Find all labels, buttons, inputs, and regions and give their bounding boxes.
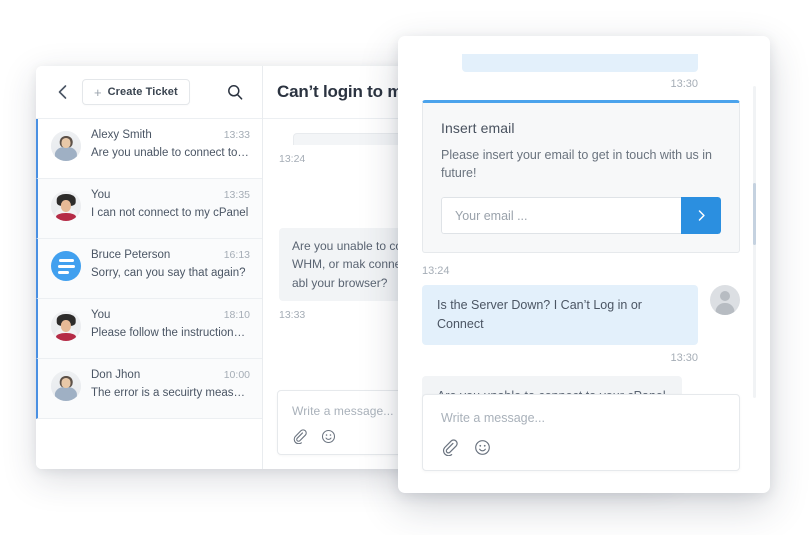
list-item-snippet: I can not connect to my cPanel — [91, 207, 250, 219]
create-ticket-label: Create Ticket — [108, 86, 178, 98]
avatar — [51, 371, 81, 401]
ticket-list-panel: + Create Ticket — [36, 66, 263, 469]
list-item-name: You — [91, 309, 110, 321]
list-item[interactable]: You 18:10 Please follow the instructions… — [36, 299, 262, 359]
list-item[interactable]: Alexy Smith 13:33 Are you unable to conn… — [36, 119, 262, 179]
composer-tools — [441, 439, 721, 456]
search-button[interactable] — [224, 81, 246, 103]
ticket-list-header: + Create Ticket — [36, 66, 262, 119]
scrollbar-track[interactable] — [753, 86, 756, 398]
plus-icon: + — [94, 86, 102, 99]
message-row-outgoing: Is the Server Down? I Can’t Log in or Co… — [422, 285, 740, 345]
ticket-list[interactable]: Alexy Smith 13:33 Are you unable to conn… — [36, 119, 262, 469]
scrollbar-thumb[interactable] — [753, 183, 756, 245]
insert-email-subtitle: Please insert your email to get in touch… — [441, 147, 721, 182]
list-item-snippet: The error is a secuirty measure to … — [91, 387, 250, 399]
email-submit-button[interactable] — [681, 197, 721, 234]
avatar — [51, 251, 81, 281]
chat-widget-panel: 13:30 Insert email Please insert your em… — [398, 36, 770, 493]
paperclip-icon[interactable] — [292, 429, 307, 444]
list-item-time: 13:35 — [218, 189, 250, 201]
avatar-placeholder-icon — [710, 285, 740, 315]
avatar — [51, 131, 81, 161]
list-item[interactable]: Bruce Peterson 16:13 Sorry, can you say … — [36, 239, 262, 299]
list-item-time: 10:00 — [218, 369, 250, 381]
back-button[interactable] — [52, 82, 72, 102]
avatar-photo-man — [51, 131, 81, 161]
avatar — [51, 311, 81, 341]
smiley-icon[interactable] — [474, 439, 491, 456]
list-item[interactable]: You 13:35 I can not connect to my cPanel — [36, 179, 262, 239]
list-item-time: 13:33 — [218, 129, 250, 141]
list-item-name: Don Jhon — [91, 369, 140, 381]
chevron-right-icon — [695, 209, 708, 222]
chat-widget-composer-area: Write a message... — [422, 394, 740, 471]
message-time: 13:30 — [422, 78, 740, 90]
list-item-time: 16:13 — [218, 249, 250, 261]
list-item-time: 18:10 — [218, 309, 250, 321]
list-item-snippet: Sorry, can you say that again? — [91, 267, 250, 279]
avatar-photo-woman — [51, 191, 81, 221]
clipped-message-bubble-top — [462, 54, 698, 72]
avatar — [51, 191, 81, 221]
chevron-left-icon — [57, 84, 68, 100]
smiley-icon[interactable] — [321, 429, 336, 444]
search-icon — [227, 84, 243, 100]
avatar-photo-woman — [51, 311, 81, 341]
list-item-name: Alexy Smith — [91, 129, 152, 141]
message-input[interactable]: Write a message... — [441, 411, 721, 425]
avatar-photo-man — [51, 371, 81, 401]
email-field[interactable] — [441, 197, 681, 234]
screenshot-root: + Create Ticket — [0, 0, 809, 535]
list-item[interactable]: Don Jhon 10:00 The error is a secuirty m… — [36, 359, 262, 419]
list-item-name: You — [91, 189, 110, 201]
brand-logo-icon — [51, 251, 81, 281]
list-item-snippet: Are you unable to connect to your ... — [91, 147, 250, 159]
message-time: 13:24 — [422, 265, 740, 277]
message-composer[interactable]: Write a message... — [422, 394, 740, 471]
insert-email-title: Insert email — [441, 120, 721, 136]
insert-email-card: Insert email Please insert your email to… — [422, 100, 740, 253]
list-item-name: Bruce Peterson — [91, 249, 170, 261]
create-ticket-button[interactable]: + Create Ticket — [82, 79, 190, 105]
list-item-snippet: Please follow the instructions of t… — [91, 327, 250, 339]
paperclip-icon[interactable] — [441, 439, 458, 456]
insert-email-form — [441, 197, 721, 234]
message-bubble-outgoing: Is the Server Down? I Can’t Log in or Co… — [422, 285, 698, 345]
message-time: 13:30 — [422, 352, 740, 364]
